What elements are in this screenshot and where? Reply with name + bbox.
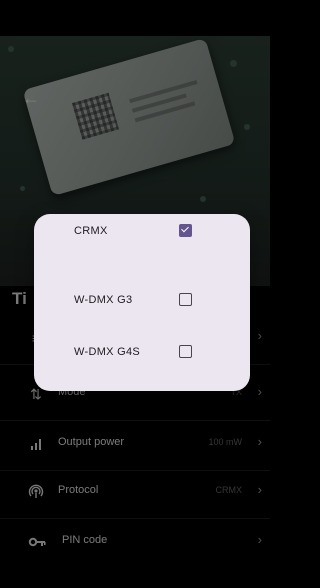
checkbox-checked[interactable]: [179, 224, 192, 237]
checkbox-unchecked[interactable]: [179, 345, 192, 358]
option-w-dmx-g3[interactable]: W-DMX G3: [34, 286, 250, 326]
option-w-dmx-g4s[interactable]: W-DMX G4S: [34, 339, 250, 379]
checkbox-unchecked[interactable]: [179, 293, 192, 306]
option-crmx[interactable]: CRMX: [34, 216, 250, 256]
navigation-bar: [0, 566, 270, 588]
option-label: CRMX: [74, 225, 108, 237]
option-label: W-DMX G4S: [74, 346, 141, 358]
option-label: W-DMX G3: [74, 294, 133, 306]
protocol-dialog: CRMX W-DMX G3 W-DMX G4S: [34, 214, 250, 391]
